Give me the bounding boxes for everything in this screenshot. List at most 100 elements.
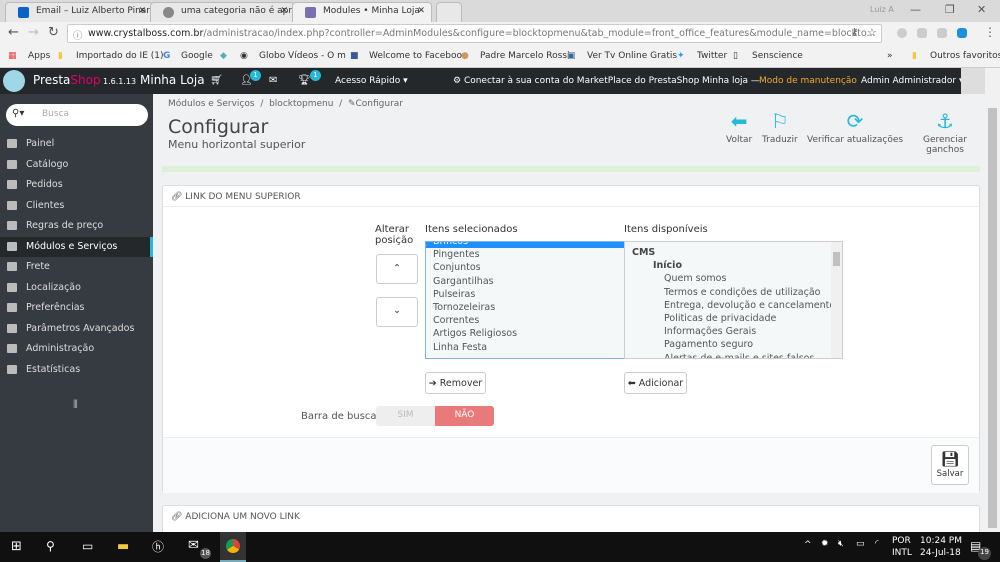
keyboard-layout[interactable]: INTL [892, 548, 912, 558]
list-item[interactable]: Gargantilhas [433, 275, 624, 288]
list-item[interactable]: Politicas de privacidade [625, 312, 842, 325]
sidebar-item-5[interactable]: Módulos e Serviços [0, 236, 153, 257]
save-button[interactable]: 💾︎ Salvar [931, 445, 969, 485]
bookmark[interactable]: Welcome to Faceboo [369, 51, 462, 61]
sidebar-item-1[interactable]: Catálogo [0, 155, 153, 175]
breadcrumb-item[interactable]: Módulos e Serviços [168, 99, 255, 109]
marketplace-link[interactable]: ⚙ Conectar à sua conta do MarketPlace do… [453, 76, 699, 86]
list-item[interactable]: Informações Gerais [625, 325, 842, 338]
sidebar-item-2[interactable]: Pedidos [0, 175, 153, 195]
windows-start-icon[interactable]: ⊞ [11, 539, 22, 554]
manage-hooks-button[interactable]: ⚓ Gerenciar ganchos [905, 109, 985, 155]
list-scrollbar[interactable] [831, 242, 842, 358]
toggle-yes[interactable]: SIM [376, 406, 435, 426]
back-icon[interactable]: ← [8, 25, 19, 40]
sidebar-item-11[interactable]: Estatísticas [0, 360, 153, 380]
quick-access-menu[interactable]: Acesso Rápido ▾ [335, 76, 408, 86]
bookmark[interactable]: Globo Vídeos - O m [259, 51, 346, 61]
bookmark[interactable]: Google [181, 51, 213, 61]
chrome-taskbar-button[interactable] [220, 532, 246, 562]
list-item[interactable]: Correntes [433, 314, 624, 327]
bookmark[interactable]: Ver Tv Online Gratis [587, 51, 677, 61]
star-icon[interactable]: ☆ [867, 26, 877, 39]
bookmark[interactable]: Outros favoritos [930, 51, 1000, 61]
list-item[interactable]: Linha Festa [433, 341, 624, 354]
search-input[interactable]: ⚲▾ Busca [6, 104, 148, 126]
sidebar-item-7[interactable]: Localização [0, 278, 153, 298]
list-item[interactable]: Alertas de e-mails e sites falsos [625, 352, 842, 359]
close-icon[interactable]: ✕ [138, 6, 146, 16]
list-item[interactable]: Pagamento seguro [625, 338, 842, 351]
minimize-icon[interactable]: — [910, 3, 921, 16]
close-icon[interactable]: ✕ [417, 6, 425, 16]
add-button[interactable]: ⬅ Adicionar [624, 372, 687, 394]
trophy-icon[interactable]: 🏆︎ [298, 75, 311, 86]
clock-time[interactable]: 10:24 PM [920, 536, 962, 546]
search-icon[interactable]: ⚲ [46, 539, 55, 553]
task-view-icon[interactable]: ▭ [82, 539, 93, 553]
menu-icon[interactable]: ⋮ [984, 25, 996, 39]
sidebar-item-10[interactable]: Administração [0, 339, 153, 359]
list-item[interactable]: Tornozeleiras [433, 301, 624, 314]
available-items-list[interactable]: CMS Início Quem somos Termos e condições de… [624, 241, 843, 359]
volume-muted-icon[interactable]: 🔇︎ [838, 539, 844, 549]
profile-name[interactable]: Luiz A [870, 5, 894, 14]
list-item[interactable]: Quem somos [625, 272, 842, 285]
battery-icon[interactable]: ▭ [856, 539, 865, 549]
tab-modules[interactable]: Modules • Minha Loja ✕ [292, 2, 432, 22]
list-item[interactable]: Pulseiras [433, 288, 624, 301]
list-item[interactable]: Artigos Religiosos [433, 327, 624, 340]
collapse-sidebar-icon[interactable]: ⦀ [73, 398, 78, 412]
sidebar-item-6[interactable]: Frete [0, 257, 153, 277]
cart-icon[interactable]: 🛒︎ [210, 75, 223, 86]
bookmark[interactable]: Apps [28, 51, 50, 61]
url-input[interactable]: ⓘ www.crystalboss.com.br/administracao/in… [67, 24, 882, 43]
bookmark[interactable]: Senscience [752, 51, 803, 61]
close-icon[interactable]: ✕ [280, 6, 288, 16]
sidebar-item-4[interactable]: Regras de preço [0, 216, 153, 236]
close-window-icon[interactable]: ✕ [977, 3, 986, 16]
bookmark[interactable]: Twitter [697, 51, 727, 61]
back-button[interactable]: ⬅ Voltar [726, 109, 752, 145]
sidebar-item-3[interactable]: Clientes [0, 196, 153, 216]
search-icon[interactable]: ⚲▾ [12, 108, 24, 119]
list-item[interactable]: Pingentes [433, 248, 624, 261]
remove-button[interactable]: ➔ Remover [425, 372, 486, 394]
admin-menu[interactable]: Admin Administrador ▾ [861, 76, 963, 86]
network-app-icon[interactable]: ✹ [821, 539, 829, 549]
shop-name[interactable]: Minha Loja [140, 73, 205, 87]
page-scrollbar[interactable] [985, 68, 1000, 532]
file-explorer-icon[interactable]: ▬ [117, 539, 129, 554]
selected-items-list[interactable]: Brincos Pingentes Conjuntos Gargantilhas Pul… [425, 241, 625, 359]
breadcrumb-item[interactable]: blocktopmenu [269, 99, 333, 109]
prestashop-logo[interactable] [3, 70, 25, 92]
list-item[interactable]: Conjuntos [433, 261, 624, 274]
language-indicator[interactable]: POR [892, 536, 911, 546]
move-up-button[interactable]: ⌃ [376, 254, 418, 284]
sidebar-item-9[interactable]: Parâmetros Avançados [0, 319, 153, 339]
check-updates-button[interactable]: ⟳ Verificar atualizações [807, 109, 903, 145]
list-item[interactable]: Início [625, 259, 842, 272]
sidebar-item-8[interactable]: Preferências [0, 298, 153, 318]
search-bar-toggle[interactable]: SIM NÃO [376, 406, 494, 426]
shop-status[interactable]: Minha loja — [702, 76, 760, 86]
translate-button[interactable]: ⚐ Traduzir [762, 109, 798, 145]
mail-icon[interactable]: ✉ [188, 538, 199, 553]
new-tab-button[interactable] [436, 2, 462, 22]
more-bookmarks-icon[interactable]: » [887, 51, 893, 61]
tab-forum[interactable]: uma categoria não é apre ✕ [150, 2, 295, 22]
bookmark[interactable]: Importado do IE (1) [76, 51, 164, 61]
touch-extension-icon[interactable] [957, 28, 967, 38]
mail-icon[interactable]: ✉ [269, 75, 277, 86]
shield-extension-icon[interactable] [937, 28, 947, 38]
avatar[interactable] [961, 68, 985, 94]
hp-icon[interactable]: ⓗ [152, 538, 164, 555]
list-item[interactable]: Entrega, devolução e cancelamento [625, 299, 842, 312]
key-icon[interactable]: ⚷ [851, 27, 858, 38]
toggle-no[interactable]: NÃO [435, 406, 494, 426]
bookmark[interactable]: Padre Marcelo Rossi [480, 51, 570, 61]
move-down-button[interactable]: ⌄ [376, 297, 418, 327]
skype-icon[interactable] [917, 28, 927, 38]
list-item[interactable]: CMS [625, 246, 842, 259]
list-item[interactable]: Brincos [426, 242, 624, 249]
